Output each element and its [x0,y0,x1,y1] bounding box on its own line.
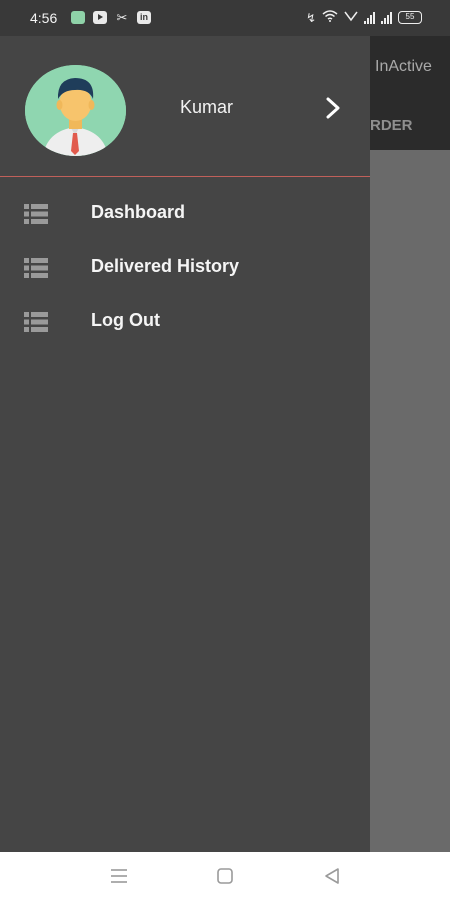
drawer-profile-header[interactable]: Kumar [0,36,370,177]
status-bar: 4:56 ✂ in ↯ 55 [0,0,450,36]
vibrate-icon: ↯ [305,10,316,25]
signal-icon-2 [381,11,392,24]
volte-icon [344,10,358,25]
drawer-menu: Dashboard Delivered History Log Out [0,186,370,348]
battery-icon: 55 [398,11,422,24]
avatar [25,65,126,156]
menu-item-label: Log Out [91,310,160,330]
inactive-tab[interactable]: InActive [375,58,432,76]
back-icon[interactable] [321,866,343,886]
list-icon [24,258,48,278]
youtube-icon [93,11,107,24]
menu-icon[interactable] [108,866,130,886]
list-icon [24,312,48,332]
tools-icon: ✂ [116,10,128,25]
chevron-right-icon[interactable] [322,96,344,120]
system-nav-bar [0,852,450,900]
list-icon [24,204,48,224]
messages-icon [71,11,85,24]
order-label: RDER [370,117,413,134]
signal-icon [364,11,375,24]
wifi-icon [322,10,338,25]
menu-item-dashboard[interactable]: Dashboard [0,186,370,240]
linkedin-icon: in [137,11,151,24]
status-time: 4:56 [30,10,58,26]
system-status-icons: ↯ 55 [306,10,422,25]
navigation-drawer: Kumar Dashboard Delivered History Log Ou… [0,36,370,852]
home-icon[interactable] [214,866,236,886]
notification-icons: ✂ in [71,11,151,24]
menu-item-label: Dashboard [91,202,186,222]
menu-item-label: Delivered History [91,256,240,276]
menu-item-delivered-history[interactable]: Delivered History [0,240,370,294]
menu-item-log-out[interactable]: Log Out [0,294,370,348]
profile-name: Kumar [180,97,234,117]
